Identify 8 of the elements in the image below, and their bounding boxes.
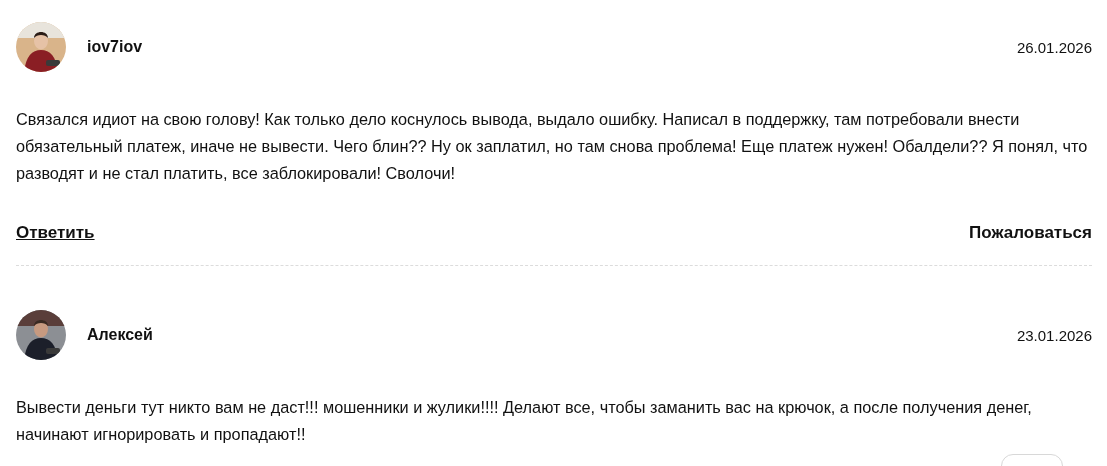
comment-date: 26.01.2026 (1016, 38, 1092, 56)
comment-text: Связался идиот на свою голову! Как только дело коснулось вывода, выдало ошибку. Написал в поддержку, там потребовали внести обязательный платеж, иначе не вывести. Чего блин?? Ну ок заплатил, но там снова проблема! Еще платеж нужен! Обалдели?? Я понял, что разводят и не стал платить, все заблокировали! Сволочи! (16, 109, 1089, 184)
report-link[interactable]: Пожаловаться (969, 223, 1092, 243)
comment-date: 23.01.2026 (1016, 326, 1092, 344)
author-name: iov7iov (87, 38, 143, 56)
author-name: Алексей (87, 326, 153, 344)
comment-text: Вывести деньги тут никто вам не даст!!! мошенники и жулики!!!! Делают все, чтобы заманить вас на крючок, а после получения денег, начинают игнорировать и пропадают!! (16, 397, 1033, 445)
reply-link[interactable]: Ответить (16, 223, 95, 243)
